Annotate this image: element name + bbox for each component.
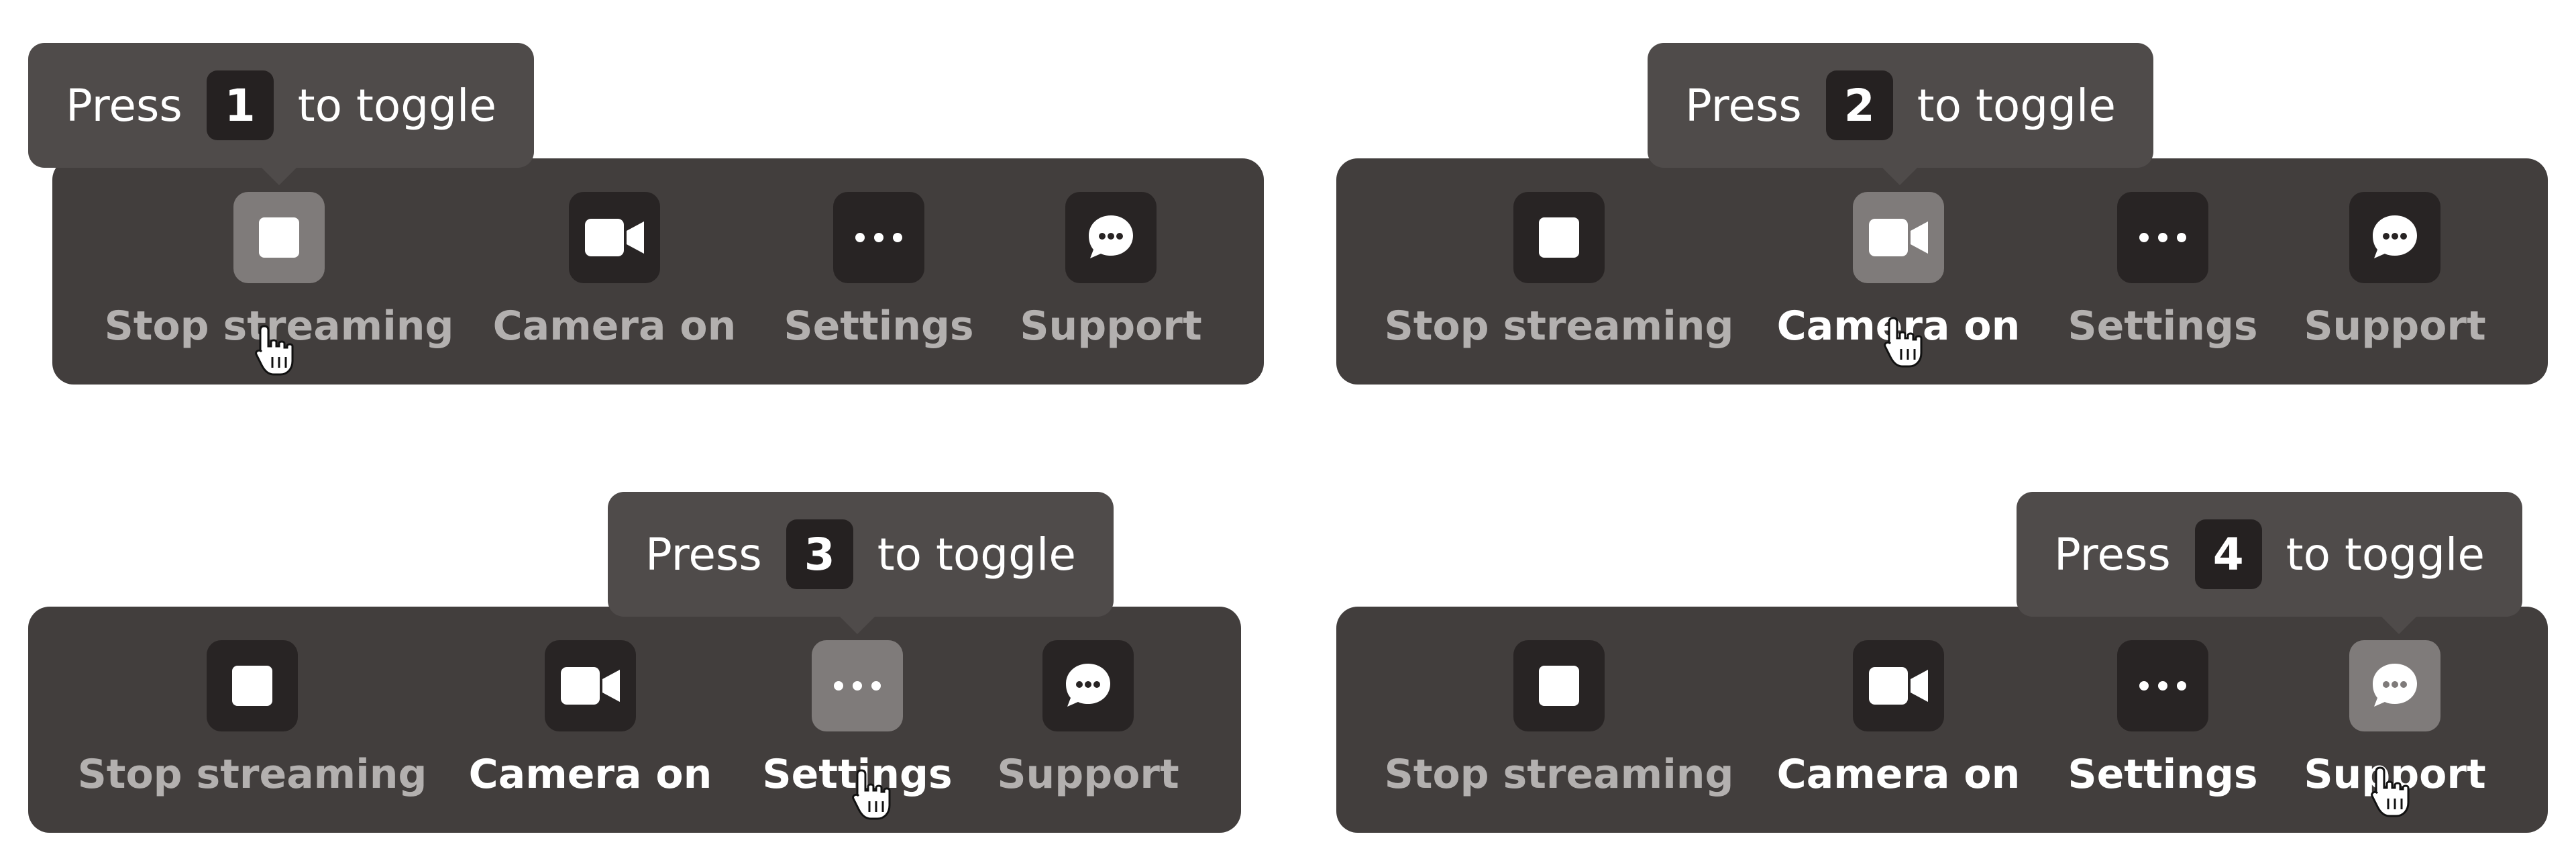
camera-icon [569, 192, 660, 283]
more-dots-icon [2117, 640, 2208, 731]
shortcut-key: 2 [1825, 70, 1893, 140]
support-label: Support [2304, 303, 2486, 350]
support-label: Support [1020, 303, 1202, 350]
settings-label: Settings [784, 303, 974, 350]
tooltip-prefix: Press [1685, 79, 1802, 132]
tooltip-suffix: to toggle [297, 79, 496, 132]
keyboard-hint-tooltip-1: Press 1 to toggle [28, 43, 534, 185]
camera-on-label: Camera on [468, 751, 712, 798]
keyboard-hint-tooltip-4: Press 4 to toggle [2017, 492, 2522, 634]
chat-bubble-icon [1042, 640, 1134, 731]
hand-cursor-icon [852, 769, 891, 820]
stop-icon [233, 192, 325, 283]
stop-streaming-label: Stop streaming [1384, 303, 1734, 350]
chat-bubble-icon [2349, 640, 2440, 731]
camera-icon [1853, 192, 1944, 283]
tooltip-arrow [2379, 614, 2419, 634]
stop-icon [1513, 640, 1605, 731]
stop-icon [207, 640, 298, 731]
camera-icon [545, 640, 636, 731]
camera-icon [1853, 640, 1944, 731]
more-dots-icon [2117, 192, 2208, 283]
keyboard-hint-tooltip-3: Press 3 to toggle [608, 492, 1114, 634]
chat-bubble-icon [2349, 192, 2440, 283]
stop-streaming-label: Stop streaming [77, 751, 427, 798]
shortcut-key: 1 [206, 70, 274, 140]
shortcut-key: 4 [2194, 519, 2262, 589]
hand-cursor-icon [2371, 766, 2410, 817]
keyboard-hint-tooltip-2: Press 2 to toggle [1648, 43, 2153, 185]
more-dots-icon [812, 640, 903, 731]
hand-cursor-icon [1884, 317, 1923, 368]
settings-label: Settings [2068, 303, 2258, 350]
tooltip-arrow [259, 165, 299, 185]
stop-icon [1513, 192, 1605, 283]
toolbar-3: Stop streaming Camera on Settings Suppor… [28, 607, 1241, 833]
toolbar-2: Stop streaming Camera on Settings Suppor… [1336, 158, 2548, 385]
tooltip-arrow [1880, 165, 1920, 185]
tooltip-prefix: Press [66, 79, 182, 132]
tooltip-suffix: to toggle [877, 528, 1076, 580]
tooltip-prefix: Press [645, 528, 762, 580]
tooltip-suffix: to toggle [1917, 79, 2116, 132]
support-label: Support [997, 751, 1179, 798]
toolbar-4: Stop streaming Camera on Settings Suppor… [1336, 607, 2548, 833]
chat-bubble-icon [1065, 192, 1157, 283]
tooltip-arrow [837, 614, 877, 634]
tooltip-prefix: Press [2054, 528, 2171, 580]
camera-on-label: Camera on [492, 303, 737, 350]
shortcut-key: 3 [786, 519, 853, 589]
hand-cursor-icon [255, 325, 294, 376]
settings-label: Settings [2068, 751, 2258, 798]
camera-on-label: Camera on [1776, 751, 2021, 798]
more-dots-icon [833, 192, 924, 283]
toolbar-1: Stop streaming Camera on Settings Suppor… [52, 158, 1264, 385]
stop-streaming-label: Stop streaming [1384, 751, 1734, 798]
tooltip-suffix: to toggle [2286, 528, 2485, 580]
